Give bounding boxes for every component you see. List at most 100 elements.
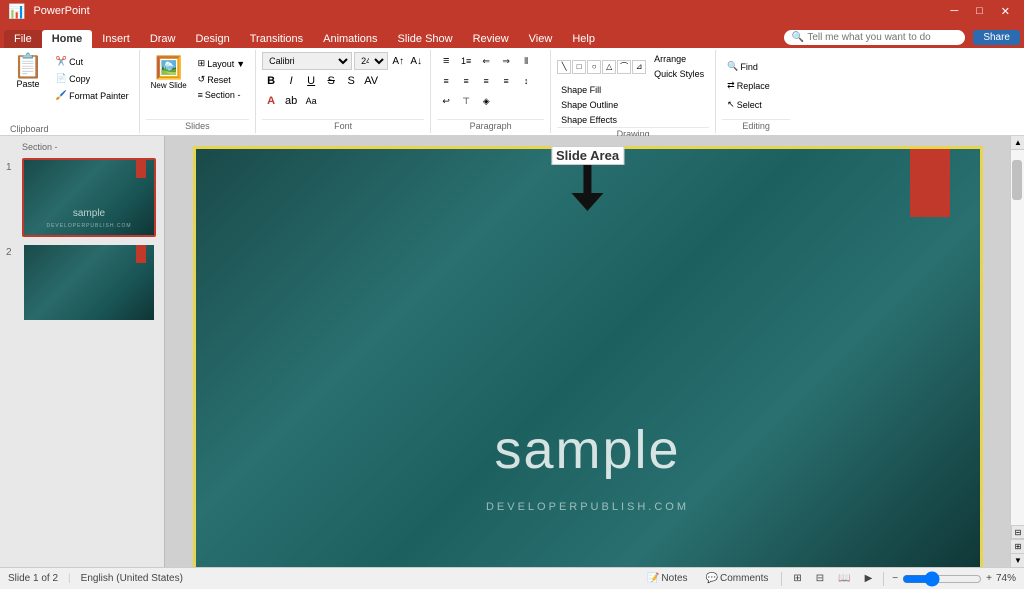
- shape-btn-1[interactable]: ╲: [557, 60, 571, 74]
- copy-button[interactable]: 📄 Copy: [52, 71, 133, 86]
- font-color-button[interactable]: A: [262, 92, 280, 110]
- strikethrough-button[interactable]: S: [322, 72, 340, 90]
- smartart-button[interactable]: ◈: [477, 92, 495, 110]
- zoom-level[interactable]: 74%: [996, 573, 1016, 584]
- align-text-button[interactable]: ⊤: [457, 92, 475, 110]
- shape-effects-button[interactable]: Shape Effects: [557, 113, 709, 127]
- slide-number-2: 2: [6, 247, 18, 258]
- scroll-page-up-button[interactable]: ⊞: [1011, 539, 1024, 553]
- paragraph-group-label: Paragraph: [437, 119, 544, 131]
- tab-slideshow[interactable]: Slide Show: [388, 30, 463, 48]
- text-direction-button[interactable]: ↩: [437, 92, 455, 110]
- shape-fill-button[interactable]: Shape Fill: [557, 83, 709, 97]
- ribbon: 📋 Paste ✂️ Cut 📄 Copy 🖌️ Format Painter …: [0, 48, 1024, 136]
- view-normal-button[interactable]: ⊞: [790, 572, 804, 585]
- shape-btn-6[interactable]: ⊿: [632, 60, 646, 74]
- shape-btn-4[interactable]: △: [602, 60, 616, 74]
- search-box[interactable]: 🔍: [784, 30, 965, 45]
- view-reading-button[interactable]: 📖: [835, 572, 853, 585]
- shape-btn-5[interactable]: ⌒: [617, 60, 631, 74]
- title-bar: 📊 PowerPoint ─ □ ✕: [0, 0, 1024, 22]
- drawing-group: ╲ □ ○ △ ⌒ ⊿ Arrange Quick Styles Shape F…: [551, 50, 716, 133]
- tab-file[interactable]: File: [4, 30, 42, 48]
- comments-icon: 💬: [706, 573, 718, 584]
- scroll-up-button[interactable]: ▲: [1011, 136, 1024, 150]
- right-scrollbar: ▲ ⊟ ⊞ ▼: [1010, 136, 1024, 567]
- scroll-down-button[interactable]: ▼: [1011, 553, 1024, 567]
- share-button[interactable]: Share: [973, 30, 1020, 45]
- paste-button[interactable]: 📋 Paste: [6, 52, 50, 92]
- replace-button[interactable]: ⇄ Replace: [722, 77, 790, 94]
- section-button[interactable]: ≡ Section -: [194, 88, 250, 102]
- tab-view[interactable]: View: [519, 30, 563, 48]
- shape-btn-3[interactable]: ○: [587, 60, 601, 74]
- status-bar: Slide 1 of 2 | English (United States) 📝…: [0, 567, 1024, 589]
- notes-button[interactable]: 📝 Notes: [642, 571, 693, 586]
- increase-indent-button[interactable]: ⇒: [497, 52, 515, 70]
- align-center-button[interactable]: ≡: [457, 72, 475, 90]
- search-input[interactable]: [807, 32, 957, 43]
- tab-transitions[interactable]: Transitions: [240, 30, 313, 48]
- quick-styles-button[interactable]: Quick Styles: [649, 67, 709, 81]
- reset-button[interactable]: ↺ Reset: [194, 72, 250, 87]
- paste-icon: 📋: [13, 55, 43, 79]
- slide-canvas-area: Slide Area sample DEVELOPERPUBLISH.COM C…: [165, 136, 1010, 567]
- layout-button[interactable]: ⊞ Layout ▼: [194, 56, 250, 71]
- justify-button[interactable]: ≡: [497, 72, 515, 90]
- tab-review[interactable]: Review: [463, 30, 519, 48]
- align-left-button[interactable]: ≡: [437, 72, 455, 90]
- columns-button[interactable]: ⫴: [517, 52, 535, 70]
- align-right-button[interactable]: ≡: [477, 72, 495, 90]
- main-slide[interactable]: sample DEVELOPERPUBLISH.COM: [193, 146, 983, 567]
- tab-help[interactable]: Help: [562, 30, 605, 48]
- slide-panel: Section - 1 sample DEVELOPERPUBLISH.COM …: [0, 136, 165, 567]
- view-slideshow-button[interactable]: ▶: [862, 572, 876, 585]
- tab-insert[interactable]: Insert: [92, 30, 140, 48]
- italic-button[interactable]: I: [282, 72, 300, 90]
- scroll-page-down-button[interactable]: ⊟: [1011, 525, 1024, 539]
- font-name-select[interactable]: Calibri: [262, 52, 352, 70]
- zoom-in-icon[interactable]: +: [986, 573, 992, 584]
- cut-button[interactable]: ✂️ Cut: [52, 54, 133, 69]
- line-spacing-button[interactable]: ↕: [517, 72, 535, 90]
- close-button[interactable]: ✕: [995, 5, 1016, 18]
- text-case-button[interactable]: Aa: [302, 92, 320, 110]
- numbering-button[interactable]: 1≡: [457, 52, 475, 70]
- slide-thumbnail-1[interactable]: 1 sample DEVELOPERPUBLISH.COM: [6, 158, 158, 237]
- slide-thumbnail-2[interactable]: 2: [6, 243, 158, 322]
- underline-button[interactable]: U: [302, 72, 320, 90]
- new-slide-button[interactable]: 🖼️ New Slide: [146, 52, 192, 93]
- zoom-out-icon[interactable]: −: [892, 573, 898, 584]
- format-painter-button[interactable]: 🖌️ Format Painter: [52, 88, 133, 103]
- view-slide-sorter-button[interactable]: ⊟: [813, 572, 827, 585]
- language-indicator[interactable]: English (United States): [81, 573, 183, 584]
- bold-button[interactable]: B: [262, 72, 280, 90]
- arrange-button[interactable]: Arrange: [649, 52, 709, 66]
- char-spacing-button[interactable]: AV: [362, 72, 380, 90]
- slide-red-bar: [910, 149, 950, 217]
- tab-animations[interactable]: Animations: [313, 30, 387, 48]
- zoom-slider[interactable]: − + 74%: [892, 573, 1016, 585]
- format-painter-icon: 🖌️: [56, 90, 67, 101]
- shape-btn-2[interactable]: □: [572, 60, 586, 74]
- tab-design[interactable]: Design: [185, 30, 239, 48]
- decrease-font-button[interactable]: A↓: [408, 53, 424, 69]
- scroll-thumb[interactable]: [1012, 160, 1022, 200]
- clipboard-group: 📋 Paste ✂️ Cut 📄 Copy 🖌️ Format Painter …: [0, 50, 140, 133]
- font-size-select[interactable]: 24: [354, 52, 388, 70]
- zoom-range[interactable]: [902, 573, 982, 585]
- select-button[interactable]: ↖ Select: [722, 96, 790, 113]
- highlight-button[interactable]: ab: [282, 92, 300, 110]
- maximize-button[interactable]: □: [970, 5, 989, 18]
- minimize-button[interactable]: ─: [944, 5, 964, 18]
- tab-home[interactable]: Home: [42, 30, 93, 48]
- increase-font-button[interactable]: A↑: [390, 53, 406, 69]
- comments-button[interactable]: 💬 Comments: [701, 571, 774, 586]
- bullets-button[interactable]: ≡: [437, 52, 455, 70]
- shadow-button[interactable]: S: [342, 72, 360, 90]
- tab-draw[interactable]: Draw: [140, 30, 186, 48]
- shape-outline-button[interactable]: Shape Outline: [557, 98, 709, 112]
- decrease-indent-button[interactable]: ⇐: [477, 52, 495, 70]
- find-button[interactable]: 🔍 Find: [722, 58, 790, 75]
- slide-subtitle: DEVELOPERPUBLISH.COM: [486, 501, 689, 513]
